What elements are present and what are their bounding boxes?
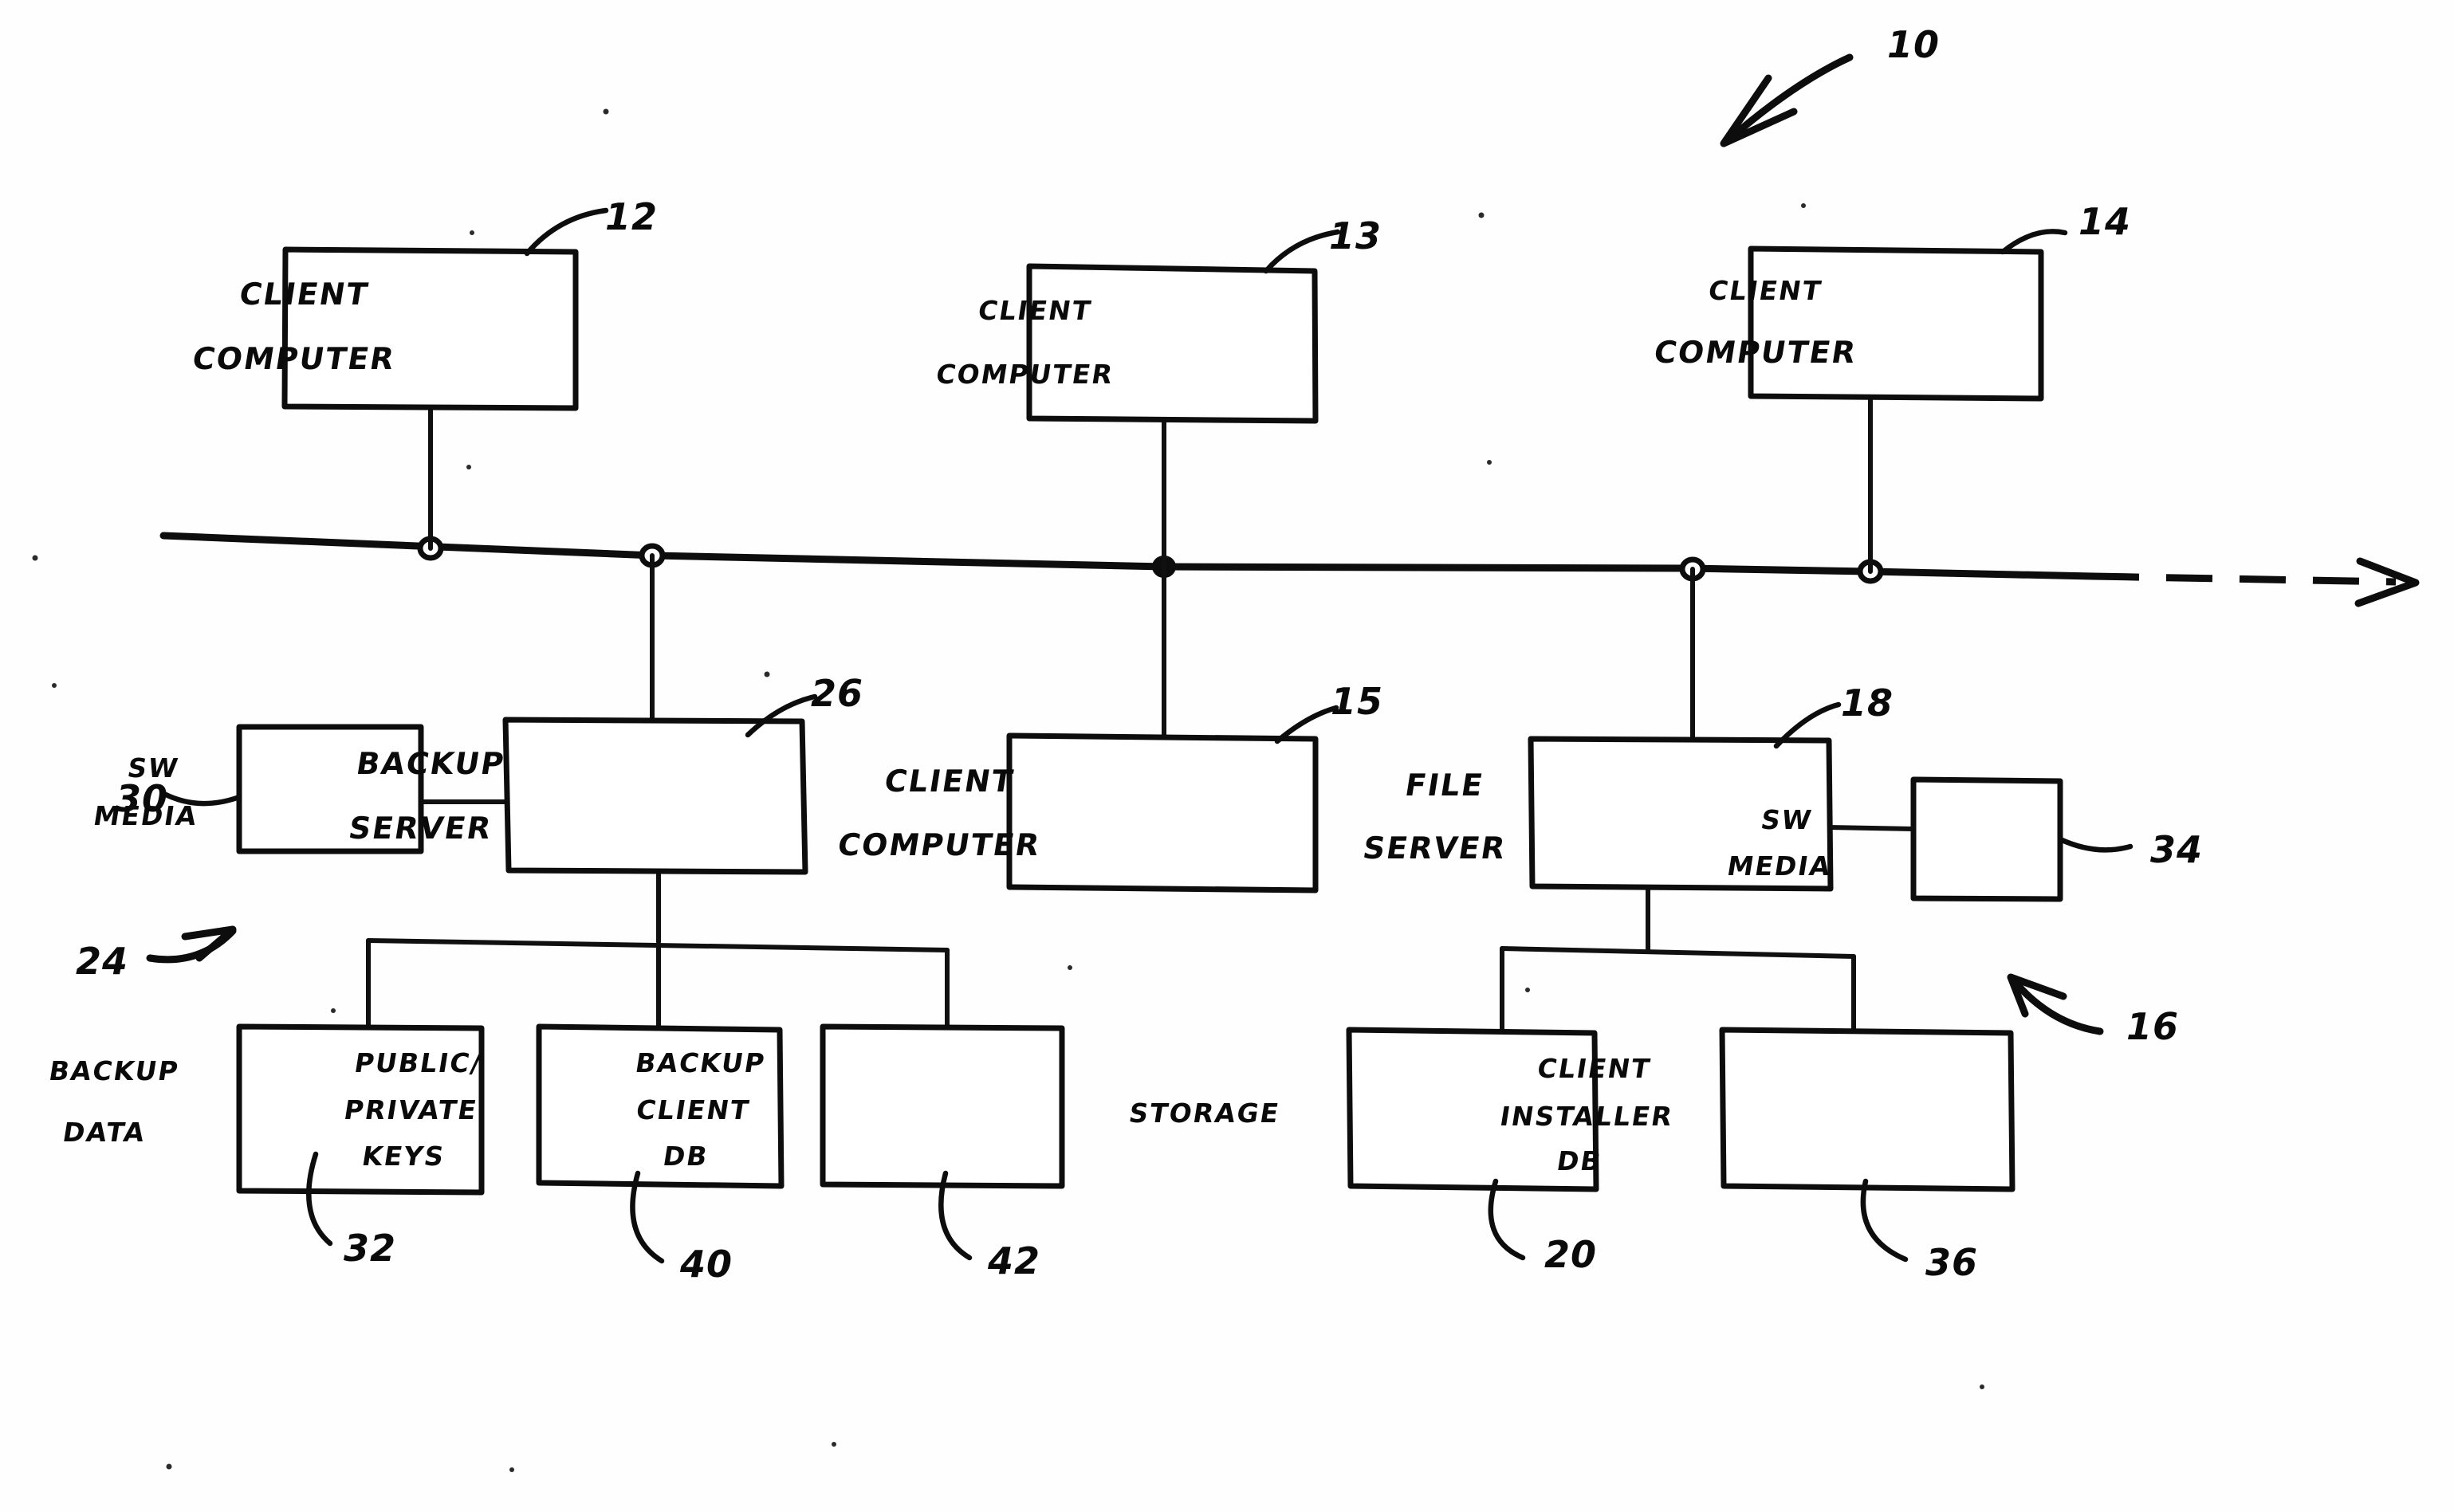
block-client-computer-15[interactable]: CLIENT COMPUTER 15: [836, 680, 1383, 893]
system-callout-arrow-line: [1722, 53, 1854, 146]
block-outline: [1026, 263, 1319, 424]
block-label-line1: BACKUP: [47, 1055, 182, 1086]
block-outline: [820, 1023, 1065, 1189]
link-file-server-crossbar: [1500, 946, 1856, 959]
block-client-computer-13[interactable]: CLIENT COMPUTER 13: [934, 214, 1382, 424]
block-storage-20[interactable]: STORAGE 20: [1127, 1027, 1599, 1276]
block-label-line2: INSTALLER: [1498, 1101, 1676, 1132]
reference-leader-20: [1488, 1178, 1526, 1261]
reference-leader-12: [524, 207, 609, 257]
block-label-line1: BACKUP: [633, 1047, 768, 1078]
block-outline: [502, 717, 808, 875]
block-label-line2: SERVER: [1360, 831, 1508, 866]
block-label-line1: CLIENT: [237, 277, 372, 312]
reference-number-32: 32: [344, 1227, 396, 1270]
reference-number-20: 20: [1544, 1233, 1597, 1276]
reference-number-16: 16: [2126, 1005, 2179, 1048]
block-backup-server-26[interactable]: BACKUP SERVER 26: [344, 672, 863, 875]
network-bus-group: [159, 532, 2420, 607]
network-bus-dashed-extension: [2092, 572, 2397, 586]
block-label-line2: DATA: [61, 1117, 148, 1148]
reference-number-14: 14: [2078, 200, 2131, 243]
system-callout-10: 10: [1720, 23, 1940, 147]
reference-leader-36: [1860, 1178, 1909, 1263]
reference-leader-34: [2057, 836, 2133, 853]
block-label-line3: DB: [1555, 1145, 1605, 1176]
reference-number-10: 10: [1887, 23, 1940, 66]
connection-lines: [366, 396, 1916, 1032]
reference-number-34: 34: [2150, 828, 2203, 871]
file-subsystem-arrowhead: [2007, 973, 2067, 1018]
block-outline: [281, 246, 579, 411]
file-subsystem-callout-16: 16: [2007, 973, 2179, 1048]
link-file-server-to-swmedia34: [1827, 825, 1916, 831]
reference-number-18: 18: [1841, 681, 1894, 725]
block-outline: [1006, 732, 1319, 893]
block-label-line1: CLIENT: [882, 764, 1017, 799]
block-label-line2: COMPUTER: [836, 828, 1044, 863]
block-label-line1: BACKUP: [354, 747, 508, 782]
block-outline: [1748, 245, 2044, 402]
block-label-line3: DB: [661, 1141, 711, 1172]
reference-number-36: 36: [1925, 1241, 1978, 1284]
block-label-line2: MEDIA: [1725, 850, 1835, 882]
reference-number-13: 13: [1329, 214, 1382, 257]
reference-number-26: 26: [811, 672, 863, 715]
block-outline: [1910, 776, 2063, 902]
block-label-line2: COMPUTER: [1651, 336, 1859, 371]
block-label-line2: PRIVATE: [342, 1094, 480, 1125]
reference-leader-13: [1263, 229, 1341, 274]
backup-subsystem-callout-24: 24: [76, 925, 237, 983]
reference-number-42: 42: [987, 1239, 1040, 1282]
reference-number-24: 24: [76, 940, 128, 983]
block-client-computer-12[interactable]: CLIENT COMPUTER 12: [190, 195, 658, 411]
reference-number-40: 40: [679, 1243, 733, 1286]
block-label-line1: FILE: [1402, 768, 1486, 803]
block-label-line2: SERVER: [346, 811, 494, 846]
diagram-sheet: CLIENT COMPUTER 12 CLIENT COMPUTER 13 CL…: [0, 0, 2454, 1512]
block-label-line1: CLIENT: [1536, 1053, 1654, 1084]
block-outline: [1719, 1027, 2016, 1192]
block-label-line1: PUBLIC/: [352, 1047, 485, 1078]
block-client-computer-14[interactable]: CLIENT COMPUTER 14: [1651, 200, 2131, 402]
block-label-line1: STORAGE: [1127, 1098, 1282, 1129]
block-label-line1: SW: [1759, 804, 1815, 835]
block-label-line2: COMPUTER: [190, 342, 398, 377]
block-label-line2: COMPUTER: [934, 359, 1116, 390]
reference-number-30: 30: [116, 777, 168, 820]
reference-number-12: 12: [605, 195, 658, 238]
block-label-line1: CLIENT: [976, 295, 1094, 326]
block-label-line3: KEYS: [360, 1141, 447, 1172]
block-label-line1: CLIENT: [1706, 275, 1824, 306]
network-bus-line: [159, 532, 2097, 580]
network-topology-diagram: CLIENT COMPUTER 12 CLIENT COMPUTER 13 CL…: [32, 23, 2420, 1472]
block-label-line2: CLIENT: [634, 1094, 752, 1125]
reference-number-15: 15: [1331, 680, 1383, 723]
bus-tap-nodes: [417, 536, 1884, 584]
